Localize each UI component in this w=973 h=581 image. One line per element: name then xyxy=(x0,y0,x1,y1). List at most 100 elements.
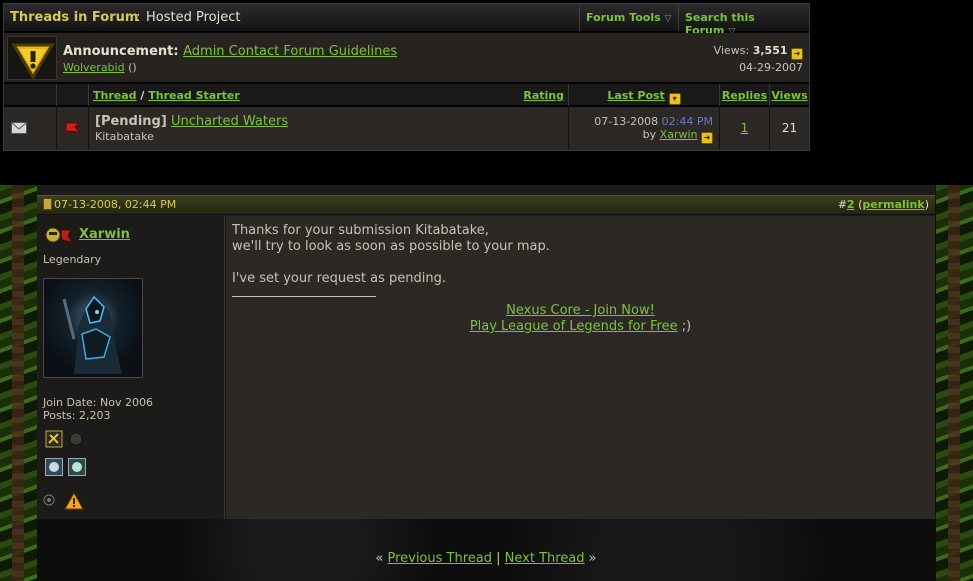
signature-line-2: Play League of Legends for Free ;) xyxy=(226,319,935,334)
permalink-link[interactable]: permalink xyxy=(862,198,924,211)
thread-title-link[interactable]: Uncharted Waters xyxy=(171,114,288,129)
table-row: [Pending] Uncharted Waters Kitabatake 07… xyxy=(4,107,809,150)
offline-status-icon xyxy=(43,494,55,506)
last-poster-link[interactable]: Xarwin xyxy=(660,128,698,141)
prev-marker: « xyxy=(375,551,384,566)
forum-tools-menu[interactable]: Forum Tools ▽ xyxy=(579,4,678,31)
thread-starter: Kitabatake xyxy=(95,130,154,143)
announcement-link[interactable]: Admin Contact Forum Guidelines xyxy=(183,44,397,59)
views-label: Views: xyxy=(713,44,750,57)
thread-icon-cell xyxy=(56,107,88,150)
post-number-link[interactable]: 2 xyxy=(847,198,855,211)
sort-arrow-icon[interactable]: ▾ xyxy=(668,93,681,105)
header-slash: / xyxy=(140,89,145,102)
signature-divider xyxy=(232,296,376,297)
forum-name: Hosted Project xyxy=(146,10,241,25)
nav-divider: | xyxy=(496,551,501,566)
message-line-2: we'll try to look as soon as possible to… xyxy=(232,239,550,254)
join-date: Join Date: Nov 2006 xyxy=(43,396,153,409)
go-to-last-post-icon[interactable]: ➜ xyxy=(701,132,713,144)
badge-icon[interactable] xyxy=(45,458,63,476)
sort-thread-starter-link[interactable]: Thread Starter xyxy=(148,89,240,102)
announcement-stats: Views: 3,551 ➜ 04-29-2007 xyxy=(714,43,803,76)
announcement-icon-cell xyxy=(7,36,57,80)
sort-thread-link[interactable]: Thread xyxy=(93,89,137,102)
last-post-by: by xyxy=(642,128,657,141)
vine-border-left xyxy=(0,185,37,581)
sort-rating-link[interactable]: Rating xyxy=(523,89,564,102)
sort-last-post-link[interactable]: Last Post xyxy=(607,89,665,102)
post-icon xyxy=(43,198,52,210)
search-forum-menu[interactable]: Search this Forum ▽ xyxy=(678,4,809,37)
post-container: 07-13-2008, 02:44 PM #2 (permalink) Xarw… xyxy=(37,185,935,581)
views-count: 3,551 xyxy=(752,44,788,57)
last-post-cell: 07-13-2008 02:44 PM by Xarwin ➜ xyxy=(568,107,719,150)
column-header-row: Thread / Thread Starter Rating Last Post… xyxy=(4,84,809,106)
post-datetime: 07-13-2008, 02:44 PM xyxy=(54,198,177,211)
nexus-core-link[interactable]: Nexus Core - Join Now! xyxy=(506,303,655,318)
views-cell: 21 xyxy=(769,107,809,150)
forum-tools-label: Forum Tools xyxy=(586,11,661,24)
announcement-author-line: Wolverabid () xyxy=(63,61,137,74)
thread-list-panel: Threads in Forum : Hosted Project Forum … xyxy=(3,3,810,151)
next-thread-link[interactable]: Next Thread xyxy=(505,551,585,566)
threads-in-forum-label: Threads in Forum xyxy=(10,10,139,25)
vine-border-right xyxy=(936,185,973,581)
thread-prefix: [Pending] xyxy=(95,114,167,129)
signature-line-1: Nexus Core - Join Now! xyxy=(226,303,935,318)
header-views-col: Views xyxy=(769,84,809,106)
post-count: Posts: 2,203 xyxy=(43,409,111,422)
announcement-author-link[interactable]: Wolverabid xyxy=(63,61,125,74)
announcement-title-line: Announcement: Admin Contact Forum Guidel… xyxy=(63,44,398,59)
warning-icon xyxy=(11,43,55,80)
envelope-icon xyxy=(11,122,27,134)
title-separator: : xyxy=(136,10,141,25)
user-status-icon xyxy=(45,227,74,243)
replies-count-link[interactable]: 1 xyxy=(741,121,749,135)
user-stats: Join Date: Nov 2006 Posts: 2,203 xyxy=(43,396,153,422)
thread-status-cell xyxy=(4,107,56,150)
last-post-date: 07-13-2008 xyxy=(594,115,659,128)
announcement-author-suffix: () xyxy=(128,61,137,74)
header-thread-col: Thread / Thread Starter Rating xyxy=(88,84,568,106)
user-rank: Legendary xyxy=(43,253,102,266)
league-of-legends-link[interactable]: Play League of Legends for Free xyxy=(470,319,678,334)
sort-replies-link[interactable]: Replies xyxy=(722,89,767,102)
message-line-1: Thanks for your submission Kitabatake, xyxy=(232,223,489,238)
signature-suffix: ;) xyxy=(677,319,692,334)
post-message: Thanks for your submission Kitabatake, w… xyxy=(226,216,935,519)
header-last-post-col: Last Post ▾ xyxy=(568,84,719,106)
post-number: #2 (permalink) xyxy=(838,198,929,211)
paren-close: ) xyxy=(924,198,929,211)
views-count-value: 21 xyxy=(781,121,798,135)
chevron-down-icon: ▽ xyxy=(664,14,672,24)
post-frame: 07-13-2008, 02:44 PM #2 (permalink) Xarw… xyxy=(0,185,973,581)
next-marker: » xyxy=(588,551,597,566)
report-post-icon[interactable] xyxy=(64,492,84,510)
header-icon-col xyxy=(56,84,88,106)
announcement-date: 04-29-2007 xyxy=(739,61,803,74)
post-date: 07-13-2008, 02:44 PM xyxy=(43,198,176,211)
header-replies-col: Replies xyxy=(719,84,769,106)
previous-thread-link[interactable]: Previous Thread xyxy=(387,551,492,566)
announcement-row: Announcement: Admin Contact Forum Guidel… xyxy=(4,33,809,83)
post-hash: # xyxy=(837,198,847,211)
username-link[interactable]: Xarwin xyxy=(79,227,130,242)
announcement-prefix: Announcement xyxy=(63,44,174,59)
post-user-sidebar: Xarwin Legendary Join Date: Nov 2006 Pos… xyxy=(37,216,225,519)
replies-cell: 1 xyxy=(719,107,769,150)
award-icon[interactable] xyxy=(45,430,63,448)
thread-title-cell: [Pending] Uncharted Waters Kitabatake xyxy=(88,107,568,150)
post-header: 07-13-2008, 02:44 PM #2 (permalink) xyxy=(37,195,935,215)
forum-title-bar: Threads in Forum : Hosted Project Forum … xyxy=(4,4,809,37)
last-post-time: 02:44 PM xyxy=(661,115,713,128)
flag-icon xyxy=(65,122,82,135)
sort-views-link[interactable]: Views xyxy=(771,89,807,102)
medal-icon[interactable] xyxy=(68,458,86,476)
header-status-col xyxy=(4,84,56,106)
go-to-post-icon[interactable]: ➜ xyxy=(791,48,803,60)
orb-icon[interactable] xyxy=(69,432,83,446)
thread-nav-footer: « Previous Thread | Next Thread » xyxy=(37,519,935,581)
avatar xyxy=(43,278,143,378)
message-line-3: I've set your request as pending. xyxy=(232,271,446,286)
